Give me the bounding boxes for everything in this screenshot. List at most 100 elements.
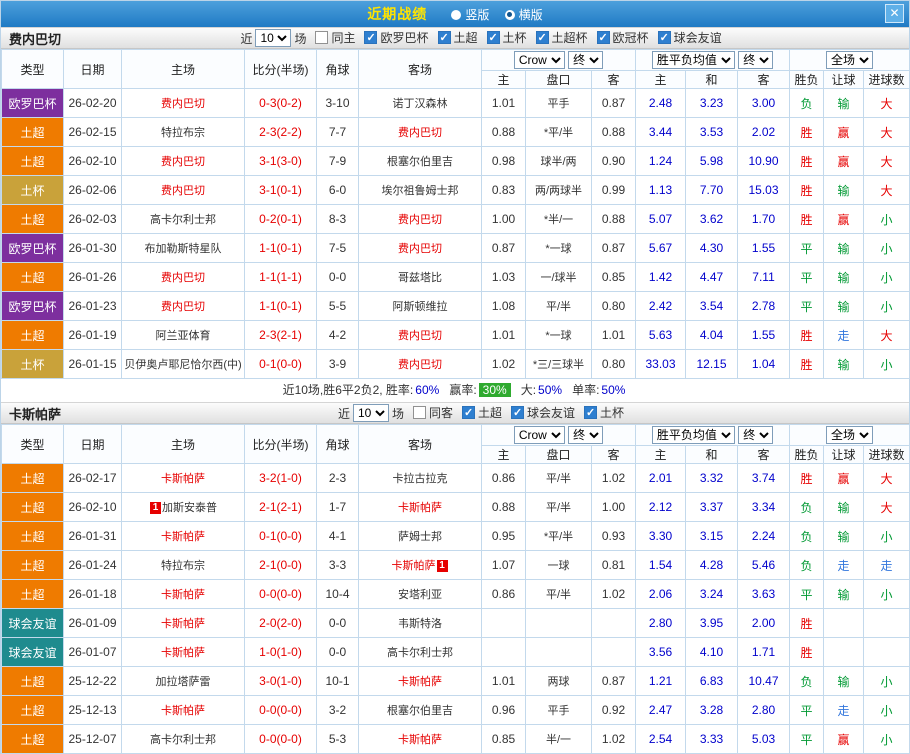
result-goals: 大	[863, 463, 910, 493]
result-outcome: 胜	[789, 637, 825, 667]
handicap-odds-home: 1.07	[481, 550, 526, 580]
corner-score: 3-10	[316, 88, 359, 118]
checkbox-icon[interactable]	[315, 31, 329, 44]
subcol-mean-home: 主	[635, 70, 686, 89]
checkbox-icon[interactable]	[657, 31, 671, 44]
handicap-line: 球半/两	[525, 146, 592, 176]
handicap-odds-away: 1.01	[591, 320, 636, 350]
filter-checkbox[interactable]: 同客	[412, 404, 453, 421]
mean-away: 2.80	[736, 695, 791, 725]
handicap-odds-away: 0.92	[591, 695, 636, 725]
competition-badge: 土超	[1, 492, 64, 522]
team-name-text: 卡斯帕萨	[161, 589, 205, 601]
result-handicap: 输	[823, 88, 865, 118]
match-score: 2-1(2-1)	[244, 492, 317, 522]
result-goals: 小	[863, 349, 910, 379]
match-row: 土超 26-02-10 1 加斯安泰普 2-1(2-1) 1-7 卡斯帕萨 0.88 平/半 1.…	[1, 492, 910, 522]
layout-option-horizontal[interactable]: 横版	[519, 8, 543, 22]
filter-checkbox[interactable]: 欧冠杯	[596, 29, 649, 46]
col-score: 比分(半场)	[244, 424, 317, 464]
home-team: 卡斯帕萨	[121, 637, 245, 667]
mean-home: 2.48	[635, 88, 686, 118]
checkbox-icon[interactable]	[511, 406, 525, 419]
filter-checkbox[interactable]: 土杯	[584, 404, 624, 421]
mean-home: 1.54	[635, 550, 686, 580]
mean-away: 1.04	[736, 349, 791, 379]
filter-checkbox[interactable]: 欧罗巴杯	[364, 29, 429, 46]
checkbox-icon[interactable]	[486, 31, 500, 44]
result-handicap: 输	[823, 233, 865, 263]
home-team: 特拉布宗	[121, 550, 245, 580]
filter-checkbox[interactable]: 球会友谊	[511, 404, 575, 421]
mean-home: 5.63	[635, 320, 686, 350]
checkbox-icon[interactable]	[412, 406, 426, 419]
filter-checkboxes: 同主 欧罗巴杯 土超 土杯 土超杯 欧冠杯 球会友谊	[306, 29, 722, 47]
corner-score: 7-7	[316, 117, 359, 147]
result-handicap: 走	[823, 320, 865, 350]
handicap-line	[525, 637, 592, 667]
away-team: 埃尔祖鲁姆士邦	[358, 175, 482, 205]
subcol-mean-draw: 和	[685, 70, 738, 89]
mean-type-select[interactable]: 胜平负均值	[651, 51, 735, 69]
filter-checkbox[interactable]: 土超	[437, 29, 478, 46]
col-date: 日期	[63, 49, 122, 89]
subcol-odds-home: 主	[481, 70, 526, 89]
checkbox-icon[interactable]	[364, 31, 378, 44]
team-name-text: 卡拉古拉克	[392, 473, 448, 485]
mean-stage-select[interactable]: 终	[738, 51, 774, 69]
odds-stage-select[interactable]: 终	[568, 426, 604, 444]
filter-checkbox[interactable]: 球会友谊	[657, 29, 722, 46]
handicap-odds-home: 0.88	[481, 492, 526, 522]
checkbox-icon[interactable]	[462, 406, 475, 419]
match-score: 0-0(0-0)	[244, 724, 317, 754]
team-name-text: 费内巴切	[398, 359, 442, 371]
filter-checkbox[interactable]: 土超杯	[535, 29, 588, 46]
handicap-line: 平手	[525, 695, 592, 725]
mean-home: 3.30	[635, 521, 686, 551]
handicap-odds-away: 0.88	[591, 204, 636, 234]
result-goals: 小	[863, 579, 910, 609]
match-count-select[interactable]: 10	[352, 404, 389, 422]
match-score: 1-0(1-0)	[244, 637, 317, 667]
title-bar: 近期战绩 竖版 横版 ✕	[1, 1, 909, 27]
dialog-title: 近期战绩	[367, 6, 428, 22]
radio-icon-vertical[interactable]	[451, 9, 462, 20]
away-team: 根塞尔伯里吉	[358, 695, 482, 725]
match-row: 欧罗巴杯 26-01-30 布加勒斯特星队 1-1(0-1) 7-5 费内巴切 0.87 *一…	[1, 233, 910, 263]
filter-checkbox[interactable]: 土超	[462, 404, 502, 421]
home-team: 卡斯帕萨	[121, 695, 245, 725]
checkbox-icon[interactable]	[584, 406, 598, 419]
mean-stage-select[interactable]: 终	[738, 426, 774, 444]
mean-home: 2.80	[635, 608, 686, 638]
team-name-text: 费内巴切	[161, 98, 205, 110]
subcol-handicap-result: 让球	[823, 445, 865, 464]
filter-checkbox[interactable]: 同主	[315, 29, 355, 46]
match-count-select[interactable]: 10	[255, 29, 292, 47]
checkbox-icon[interactable]	[535, 31, 549, 44]
mean-home: 2.54	[635, 724, 686, 754]
checkbox-icon[interactable]	[596, 31, 610, 44]
layout-option-vertical[interactable]: 竖版	[465, 8, 489, 22]
odds-stage-select[interactable]: 终	[568, 51, 604, 69]
mean-home: 5.67	[635, 233, 686, 263]
bookmaker-select[interactable]: Crow	[513, 426, 565, 444]
away-team: 根塞尔伯里吉	[358, 146, 482, 176]
home-team: 布加勒斯特星队	[121, 233, 245, 263]
mean-type-select[interactable]: 胜平负均值	[651, 426, 735, 444]
radio-icon-horizontal[interactable]	[504, 9, 515, 20]
filter-checkbox[interactable]: 土杯	[486, 29, 527, 46]
mean-home: 1.42	[635, 262, 686, 292]
result-handicap: 输	[823, 262, 865, 292]
corner-score: 4-2	[316, 320, 359, 350]
bookmaker-select[interactable]: Crow	[513, 51, 565, 69]
mean-home: 33.03	[635, 349, 686, 379]
mean-away: 1.70	[736, 204, 791, 234]
match-score: 3-2(1-0)	[244, 463, 317, 493]
scope-select[interactable]: 全场	[826, 51, 874, 69]
mean-home: 2.47	[635, 695, 686, 725]
scope-select[interactable]: 全场	[826, 426, 874, 444]
handicap-odds-away: 0.81	[591, 550, 636, 580]
result-goals: 小	[863, 724, 910, 754]
close-icon[interactable]: ✕	[885, 4, 904, 23]
checkbox-icon[interactable]	[437, 31, 451, 44]
